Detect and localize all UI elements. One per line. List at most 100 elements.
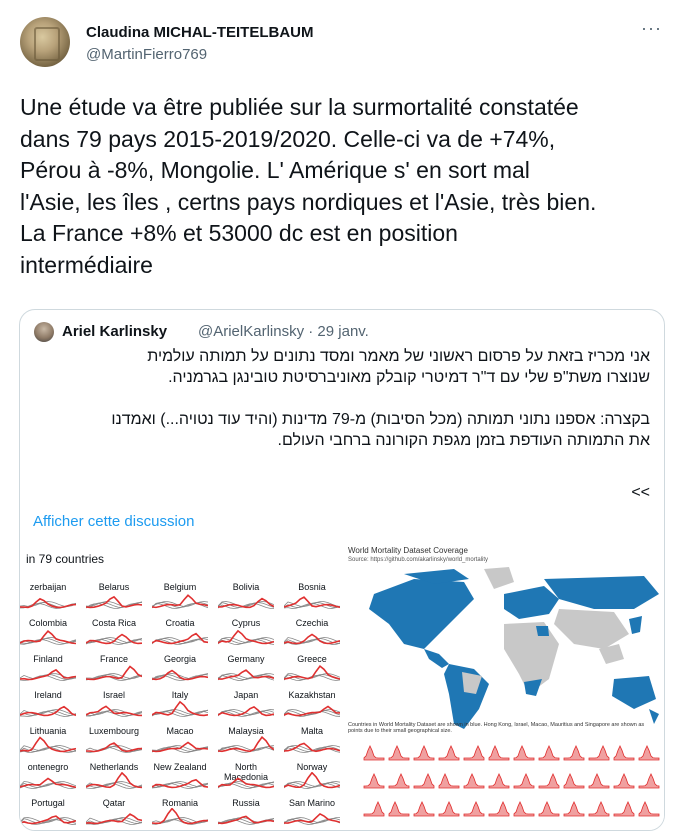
country-chart: zerbaijan [20,582,82,620]
quoted-tweet[interactable]: Ariel Karlinsky @ArielKarlinsky · 29 jan… [19,309,665,831]
country-label: Georgia [163,654,197,664]
country-sparkline [284,772,340,789]
country-chart: Macao [146,726,214,764]
mini-chart [638,773,660,789]
mini-chart [638,801,660,817]
country-label: Croatia [165,618,195,628]
quote-author-name: Ariel Karlinsky [62,323,168,340]
country-chart: Romania [146,798,214,830]
mini-chart [463,801,485,817]
quote-author-avatar [34,322,54,342]
mini-chart [638,745,660,761]
country-sparkline [218,597,274,609]
author-avatar[interactable] [20,17,70,67]
mini-chart [588,801,610,817]
mini-chart [438,773,460,789]
country-label: Italy [171,690,189,700]
country-sparkline [152,669,208,681]
country-sparkline [86,595,142,609]
country-label: San Marino [288,798,336,808]
country-sparkline [20,629,76,645]
mini-chart [538,773,560,789]
country-sparkline [152,594,208,609]
country-sparkline [20,597,76,609]
mini-chart [363,745,385,761]
mini-chart [613,745,635,761]
country-chart: New Zealand [146,762,214,800]
country-sparkline [86,772,142,789]
quote-media[interactable]: in 79 countries zerbaijan Belarus Belgium B… [20,542,664,830]
mini-chart [538,801,560,817]
country-sparkline [284,742,340,753]
country-sparkline [218,629,274,645]
country-label: Lithuania [29,726,67,736]
show-thread-link[interactable]: Afficher cette discussion [33,513,194,530]
country-chart: Finland [20,654,82,692]
mini-chart [513,773,535,789]
country-chart: Bolivia [212,582,280,620]
country-chart: Croatia [146,618,214,656]
country-label: Finland [33,654,63,664]
country-chart: Lithuania [20,726,82,764]
country-label: Cyprus [231,618,261,628]
author-name[interactable]: Claudina MICHAL-TEITELBAUM [86,24,313,41]
country-chart: Netherlands [80,762,148,800]
mini-chart [463,745,485,761]
country-chart: Russia [212,798,280,830]
country-label: New Zealand [153,762,207,772]
country-label: Qatar [102,798,126,808]
country-sparkline [20,736,76,753]
country-label: Macao [166,726,194,736]
country-sparkline [86,742,142,753]
country-chart: Georgia [146,654,214,692]
country-label: Luxembourg [88,726,140,736]
country-label: Czechia [295,618,329,628]
mini-chart [488,773,510,789]
country-chart: Malaysia [212,726,280,764]
country-chart: Malta [278,726,346,764]
country-sparkline [20,815,76,825]
country-chart: Germany [212,654,280,692]
country-sparkline [284,633,340,645]
country-label: France [99,654,128,664]
country-sparkline [218,705,274,717]
world-map-image[interactable]: World Mortality Dataset Coverage Source:… [344,542,664,830]
country-label: Netherlands [89,762,139,772]
country-sparkline [284,665,340,681]
mini-chart [413,745,435,761]
country-label: Bolivia [232,582,260,592]
country-sparkline [20,777,76,789]
country-chart: Cyprus [212,618,280,656]
mini-chart [613,773,635,789]
country-sparkline [152,808,208,825]
country-sparkline [218,815,274,825]
mini-chart [438,801,460,817]
mini-chart [563,745,585,761]
country-sparkline [152,632,208,645]
tweet-text: Une étude va être publiée sur la surmort… [20,94,597,278]
country-label: Belgium [163,582,197,592]
mini-chart [388,745,410,761]
mini-chart [363,773,385,789]
country-label: Costa Rica [91,618,136,628]
country-chart: Kazakhstan [278,690,346,728]
country-chart: Japan [212,690,280,728]
country-label: Germany [227,654,265,664]
country-sparkline [284,705,340,717]
country-sparkline [218,669,274,681]
country-chart: ontenegro [20,762,82,800]
more-horizontal-icon[interactable]: ··· [641,18,662,39]
country-sparkline [86,813,142,825]
country-sparkline [86,665,142,681]
mini-chart [388,801,410,817]
country-chart: Qatar [80,798,148,830]
mini-chart [563,773,585,789]
map-source: Source: https://github.com/akarlinsky/wo… [348,557,489,563]
author-handle[interactable]: @MartinFierro769 [86,46,207,63]
country-charts-image[interactable]: in 79 countries zerbaijan Belarus Belgium B… [20,542,346,830]
mini-chart [413,801,435,817]
mini-chart [363,801,385,817]
country-chart: Czechia [278,618,346,656]
mini-chart [513,745,535,761]
quote-arrows: << [631,484,650,501]
